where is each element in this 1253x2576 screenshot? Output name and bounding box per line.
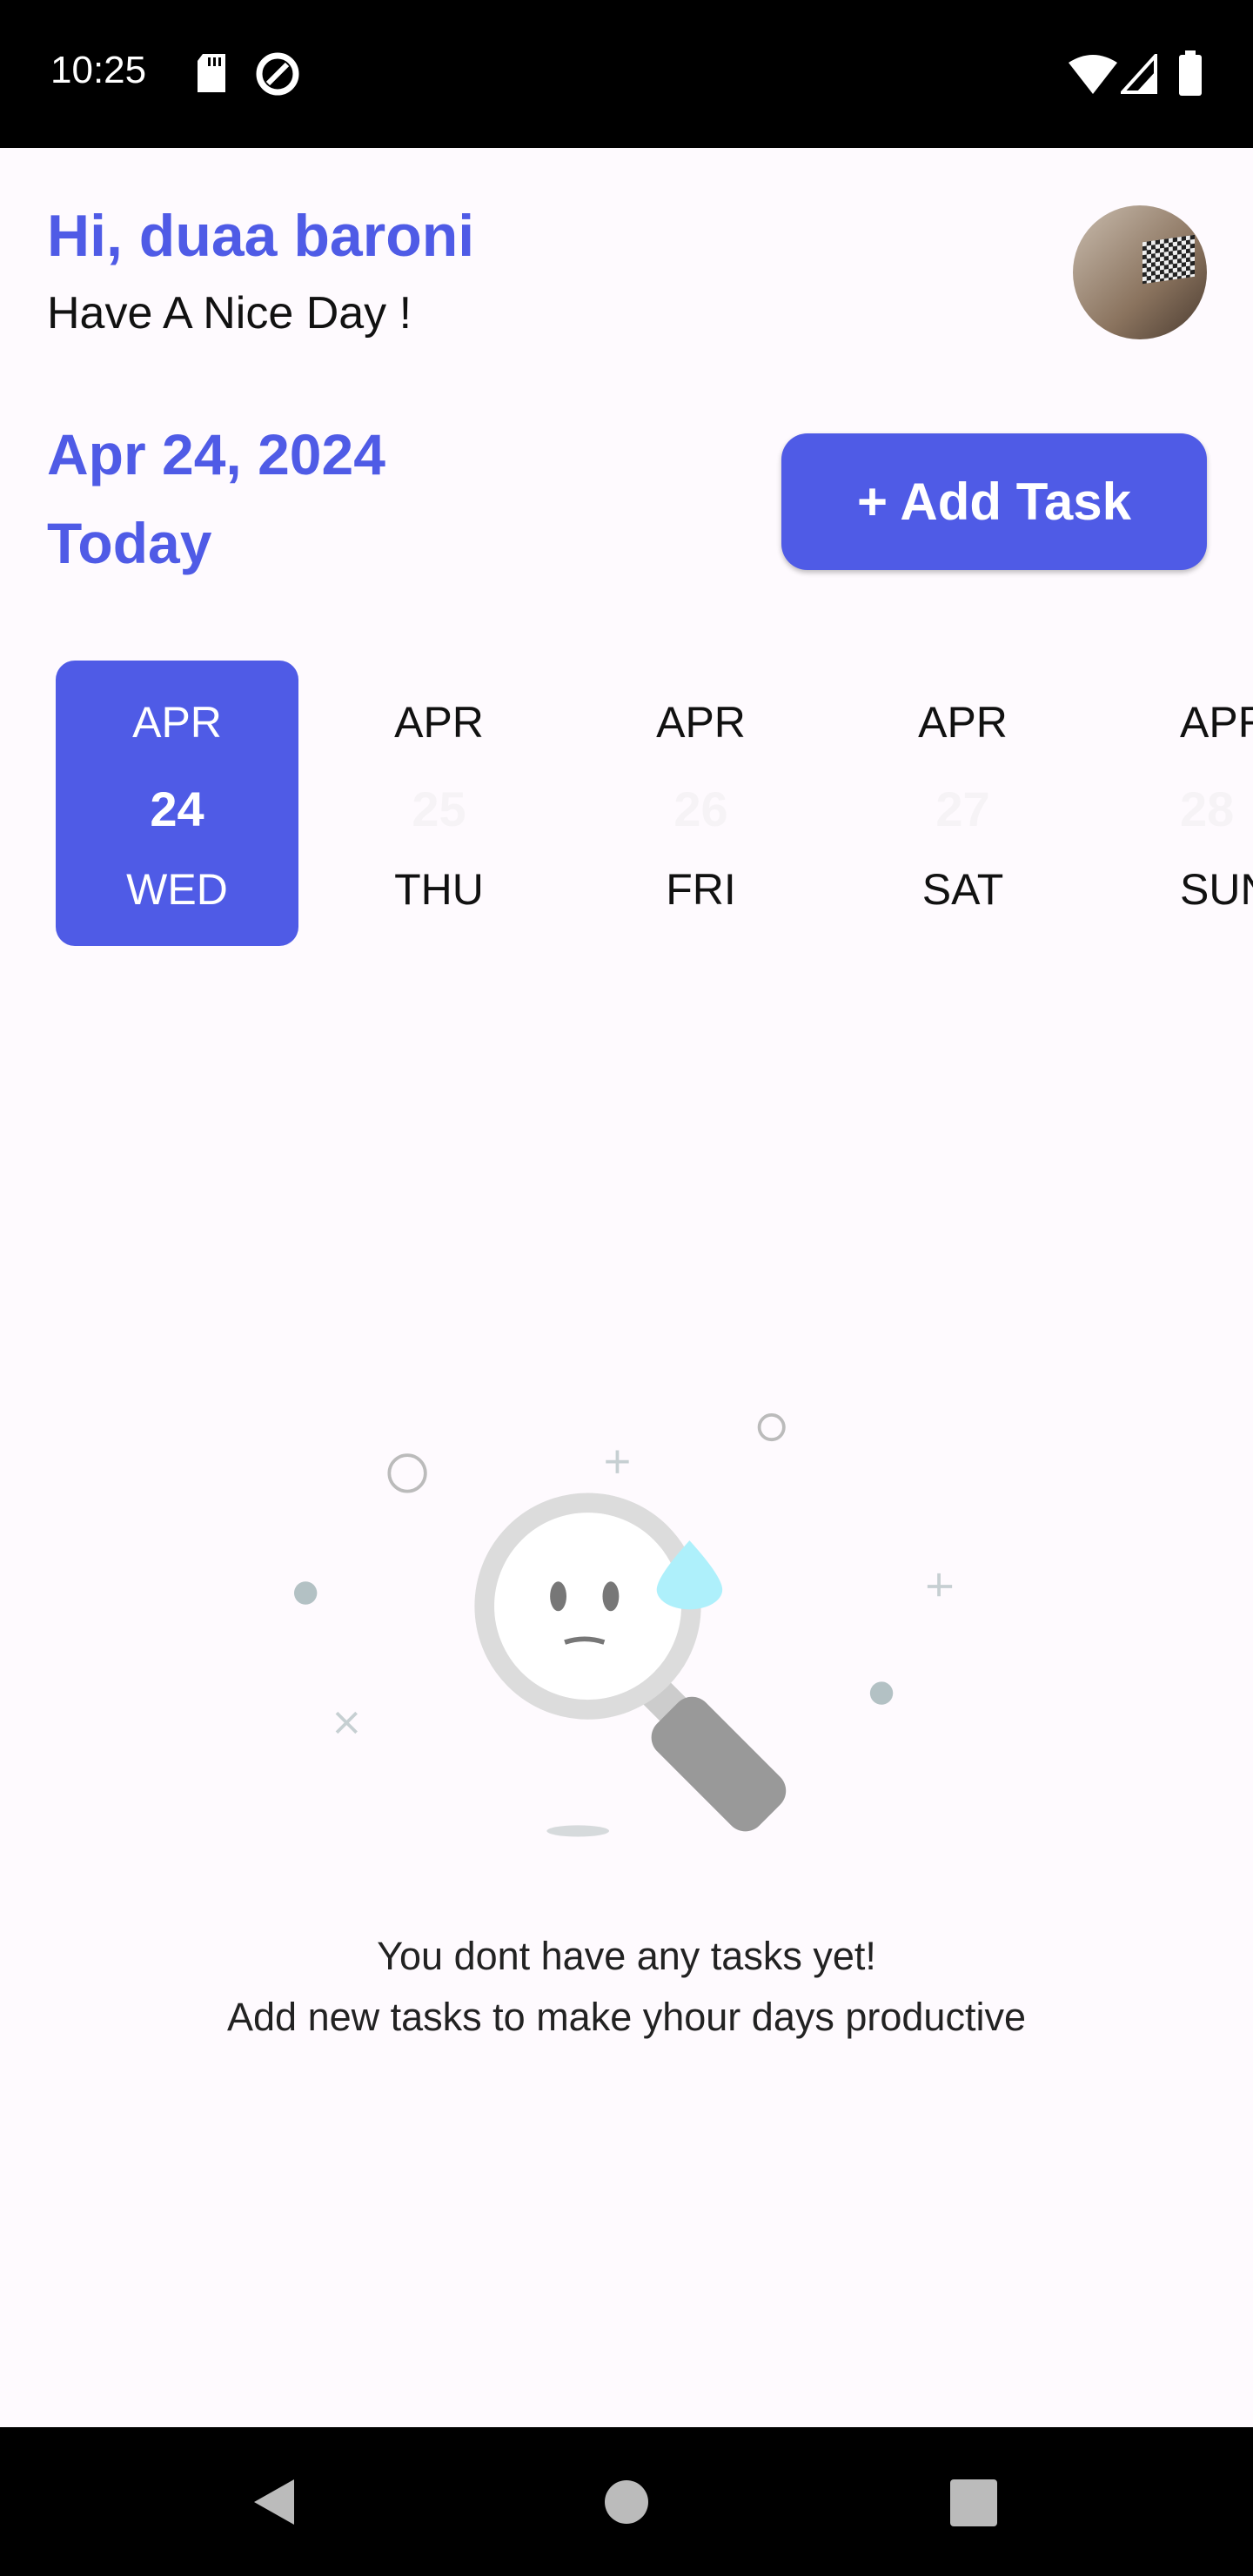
signal-icon [1121,54,1157,94]
greeting-title: Hi, duaa baroni [47,203,475,269]
status-time: 10:25 [50,49,147,91]
date-day: 27 [935,782,990,836]
home-icon[interactable] [604,2479,649,2525]
date-weekday: FRI [666,865,736,914]
date-day: 24 [150,782,204,836]
empty-state-message: Add new tasks to make yhour days product… [227,1995,1026,2039]
empty-state-title: You dont have any tasks yet! [377,1934,876,1978]
date-day: 28 [1180,782,1235,836]
wifi-icon [1069,55,1117,94]
date-month: APR [918,698,1008,747]
empty-search-illustration [293,1413,953,1837]
date-weekday: WED [126,865,228,914]
recents-icon[interactable] [950,2479,997,2526]
date-month: APR [656,698,746,747]
date-item[interactable]: APR 28 SUN [1103,661,1253,946]
date-weekday: SUN [1180,865,1253,914]
system-nav-bar [0,2427,1253,2576]
date-day: 25 [412,782,466,836]
data-saver-icon [256,52,299,96]
status-bar: 10:25 [0,0,1253,148]
date-weekday: SAT [921,865,1004,914]
greeting-subtitle: Have A Nice Day ! [47,288,412,339]
battery-icon [1179,50,1202,96]
date-day: 26 [673,782,728,836]
add-task-button[interactable]: + Add Task [781,433,1207,570]
date-month: APR [132,698,222,747]
date-picker-strip[interactable]: APR 24 WED APR 25 THU APR 26 FRI APR 27 SAT APR 2… [0,644,1253,966]
date-item[interactable]: APR 25 THU [318,661,560,946]
date-item[interactable]: APR 27 SAT [841,661,1084,946]
date-item[interactable]: APR 26 FRI [580,661,822,946]
avatar[interactable] [1073,205,1207,339]
date-month: APR [1180,698,1253,747]
date-weekday: THU [394,865,484,914]
today-label: Today [47,511,212,575]
date-month: APR [394,698,484,747]
date-item[interactable]: APR 24 WED [56,661,298,946]
avatar-image-detail [1142,234,1195,285]
back-icon[interactable] [252,2478,296,2526]
sd-card-icon [198,54,225,92]
current-date: Apr 24, 2024 [47,422,385,486]
